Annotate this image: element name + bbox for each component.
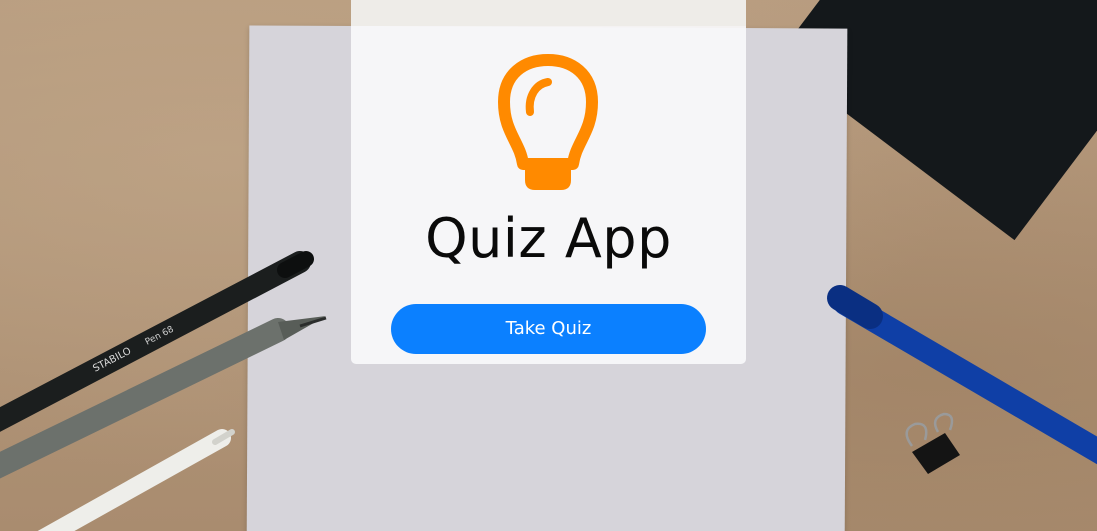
app-screen: STABILO Pen 68 Quiz App Take Quiz xyxy=(0,0,1097,531)
card-top-band xyxy=(351,0,746,26)
blue-pen-decor xyxy=(827,285,1097,465)
quiz-card: Quiz App Take Quiz xyxy=(351,0,746,364)
binder-clip-decor xyxy=(905,412,960,474)
lightbulb-icon xyxy=(498,52,598,192)
take-quiz-button[interactable]: Take Quiz xyxy=(391,304,706,354)
app-title: Quiz App xyxy=(425,207,672,270)
white-stylus-decor xyxy=(37,429,235,531)
